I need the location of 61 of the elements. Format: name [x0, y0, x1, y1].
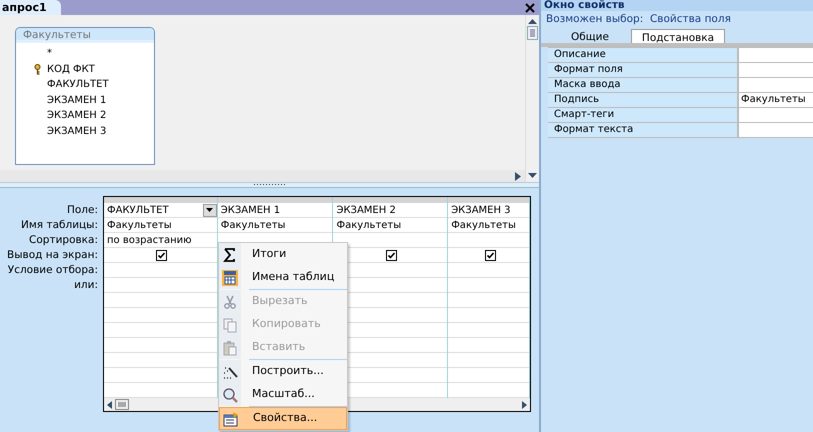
- close-icon[interactable]: [525, 3, 535, 13]
- scroll-thumb[interactable]: [114, 399, 128, 410]
- table-cell-text: Факультеты: [451, 218, 516, 232]
- row-label: Имя таблицы:: [21, 219, 98, 231]
- property-name: Описание: [548, 48, 739, 62]
- table-box[interactable]: Факультеты * КОД ФКТ ФАКУЛЬТЕТ ЭКЗАМЕН 1 ЭКЗАМЕН 2 ЭКЗАМЕН 3: [15, 27, 155, 165]
- field-name[interactable]: *: [47, 46, 52, 62]
- table-cell-text: Факультеты: [220, 218, 286, 232]
- field-name[interactable]: ЭКЗАМЕН 3: [47, 124, 106, 139]
- field-name[interactable]: ФАКУЛЬТЕТ: [47, 77, 109, 92]
- scroll-right-icon[interactable]: [522, 400, 527, 408]
- property-name: Формат поля: [548, 63, 739, 77]
- property-name: Подпись: [548, 93, 739, 107]
- table-box-title: Факультеты: [16, 28, 154, 43]
- property-name: Смарт-теги: [548, 108, 739, 122]
- field-cell[interactable]: ЭКЗАМЕН 2: [336, 202, 396, 218]
- table-cell-text: Факультеты: [336, 218, 402, 232]
- scroll-thumb[interactable]: [527, 26, 538, 40]
- sigma-icon: [222, 246, 238, 262]
- sort-cell[interactable]: по возрастанию: [107, 232, 192, 248]
- property-name: Маска ввода: [548, 78, 739, 92]
- field-cell[interactable]: ЭКЗАМЕН 3: [451, 202, 511, 218]
- row-label: Сортировка:: [29, 234, 98, 246]
- show-checkbox[interactable]: [156, 250, 168, 260]
- tab[interactable]: Подстановка: [630, 29, 726, 43]
- selection-value: Свойства поля: [650, 13, 731, 25]
- panel-title: Окно свойств: [541, 0, 813, 11]
- copy-icon: [222, 316, 238, 332]
- splitter-grip-icon[interactable]: [252, 183, 286, 186]
- row-label: или:: [74, 279, 98, 291]
- table-icon: [222, 270, 238, 286]
- scissors-icon: [222, 294, 238, 310]
- menu-item[interactable]: Масштаб...: [219, 383, 347, 406]
- row-label: Вывод на экран:: [7, 249, 98, 261]
- property-value[interactable]: Факультеты: [739, 93, 813, 107]
- row-label: Условие отбора:: [8, 264, 98, 276]
- magnifier-icon: [222, 386, 238, 402]
- properties-icon: [223, 410, 239, 426]
- caret-icon: [206, 208, 214, 212]
- show-checkbox[interactable]: [386, 250, 398, 260]
- menu-item[interactable]: Свойства...: [219, 407, 347, 430]
- table-cell-text: Факультеты: [107, 218, 172, 232]
- scroll-left-icon[interactable]: [107, 400, 112, 408]
- menu-item[interactable]: Итоги: [219, 243, 347, 266]
- selection-label: Возможен выбор:: [546, 13, 644, 25]
- dropdown-button[interactable]: [202, 204, 217, 216]
- row-label: Поле:: [66, 204, 98, 216]
- scroll-up-icon[interactable]: [528, 19, 537, 24]
- field-name[interactable]: ЭКЗАМЕН 2: [47, 108, 106, 124]
- field-cell[interactable]: ЭКЗАМЕН 1: [220, 202, 280, 218]
- show-checkbox[interactable]: [484, 250, 496, 260]
- field-name[interactable]: КОД ФКТ: [47, 62, 95, 77]
- field-name[interactable]: ЭКЗАМЕН 1: [47, 92, 106, 108]
- scroll-down-icon[interactable]: [528, 173, 537, 178]
- menu-item[interactable]: Имена таблиц: [219, 266, 347, 289]
- document-tab[interactable]: апрос1: [0, 0, 61, 15]
- paste-icon: [222, 340, 238, 356]
- field-cell[interactable]: ФАКУЛЬТЕТ: [107, 202, 169, 218]
- scroll-right-icon[interactable]: [515, 172, 521, 180]
- property-name: Формат текста: [548, 123, 739, 137]
- menu-item[interactable]: Построить...: [219, 360, 347, 383]
